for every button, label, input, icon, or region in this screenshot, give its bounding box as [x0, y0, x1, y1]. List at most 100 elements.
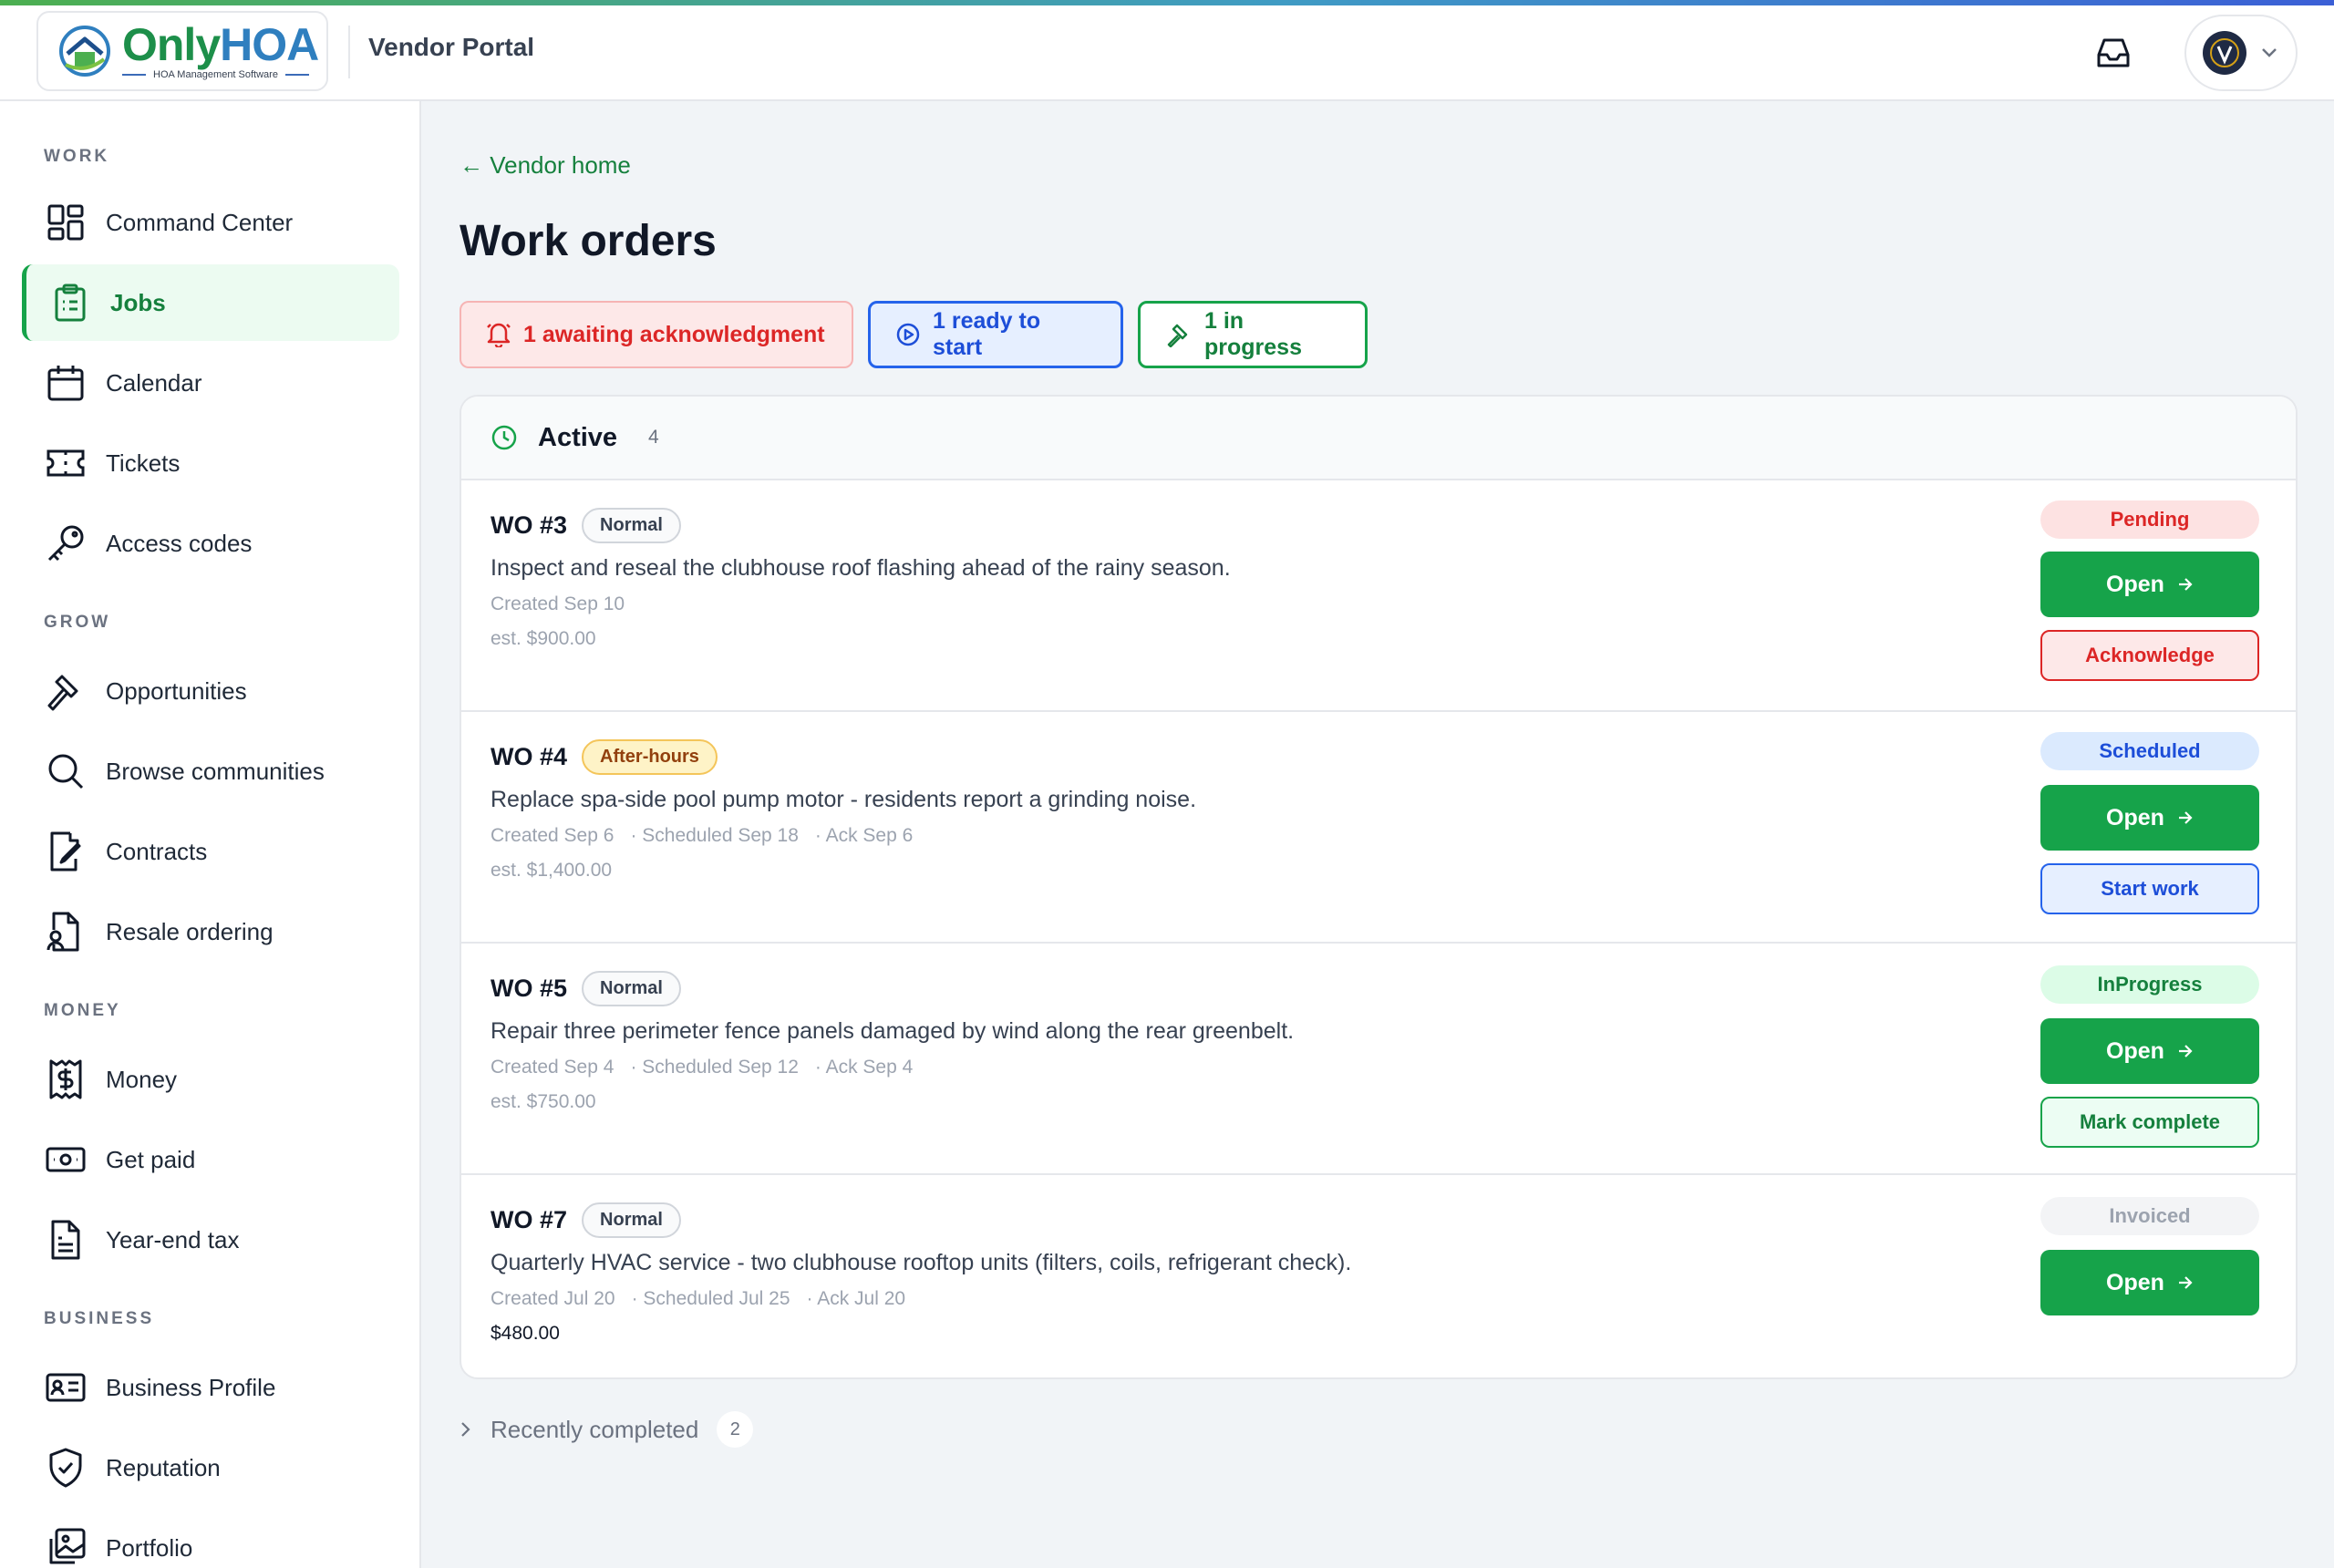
estimate: est. $900.00	[491, 628, 596, 649]
sidebar-item-get-paid[interactable]: Get paid	[22, 1121, 399, 1198]
logo-tagline: HOA Management Software	[122, 69, 318, 80]
open-button[interactable]: Open	[2040, 552, 2259, 617]
status-badge: InProgress	[2040, 965, 2259, 1004]
sidebar-item-jobs[interactable]: Jobs	[22, 264, 399, 341]
scheduled-date: · Scheduled Sep 18	[630, 825, 799, 846]
work-order-row: WO #5 Normal Repair three perimeter fenc…	[461, 944, 2296, 1175]
work-order-description: Replace spa-side pool pump motor - resid…	[491, 787, 1197, 812]
sidebar-item-calendar[interactable]: Calendar	[22, 345, 399, 421]
key-icon	[44, 521, 88, 565]
arrow-right-icon	[2177, 1275, 2194, 1290]
account-menu-button[interactable]	[2184, 15, 2298, 91]
priority-badge: Normal	[582, 1202, 681, 1238]
scheduled-date: · Scheduled Jul 25	[631, 1288, 790, 1309]
work-order-row: WO #4 After-hours Replace spa-side pool …	[461, 712, 2296, 944]
vendor-home-link[interactable]: ← Vendor home	[460, 151, 631, 180]
header-divider	[348, 26, 350, 78]
sidebar-section-grow: GROW	[44, 613, 111, 632]
shield-check-icon	[44, 1446, 88, 1490]
created-date: Created Sep 4	[491, 1057, 614, 1078]
bell-icon	[487, 322, 511, 347]
recently-completed-label: Recently completed	[491, 1415, 699, 1443]
sidebar: WORK Command Center Jobs Calendar Ticket…	[0, 101, 421, 1568]
work-order-row: WO #7 Normal Quarterly HVAC service - tw…	[461, 1175, 2296, 1377]
status-badge: Scheduled	[2040, 732, 2259, 770]
ready-to-start-filter[interactable]: 1 ready to start	[868, 301, 1123, 368]
acknowledged-date: · Ack Sep 6	[814, 825, 914, 846]
app-header: OnlyHOA HOA Management Software Vendor P…	[0, 5, 2334, 101]
acknowledge-button[interactable]: Acknowledge	[2040, 630, 2259, 681]
chip-label: 1 in progress	[1204, 308, 1302, 360]
arrow-right-icon	[2177, 1044, 2194, 1058]
scheduled-date: · Scheduled Sep 12	[630, 1057, 799, 1078]
work-order-number: WO #3	[491, 511, 568, 539]
avatar	[2203, 31, 2246, 75]
main-content: ← Vendor home Work orders 1 awaiting ack…	[423, 101, 2334, 1568]
sidebar-item-business-profile[interactable]: Business Profile	[22, 1349, 399, 1426]
sidebar-item-label: Command Center	[106, 208, 294, 236]
sidebar-item-opportunities[interactable]: Opportunities	[22, 653, 399, 729]
created-date: Created Sep 6	[491, 825, 614, 846]
grid-icon	[44, 201, 88, 244]
priority-badge: Normal	[582, 508, 681, 543]
recently-completed-count: 2	[717, 1411, 754, 1448]
open-button[interactable]: Open	[2040, 785, 2259, 851]
work-order-number: WO #5	[491, 975, 568, 1002]
work-order-description: Quarterly HVAC service - two clubhouse r…	[491, 1250, 1352, 1275]
sidebar-item-money[interactable]: Money	[22, 1041, 399, 1118]
sidebar-item-label: Business Profile	[106, 1373, 276, 1401]
sidebar-section-business: BUSINESS	[44, 1309, 155, 1328]
open-button-label: Open	[2106, 1269, 2164, 1295]
sidebar-section-work: WORK	[44, 147, 110, 166]
chip-label: 1 awaiting acknowledgment	[523, 321, 825, 347]
sidebar-item-label: Money	[106, 1065, 178, 1093]
mark-complete-button[interactable]: Mark complete	[2040, 1097, 2259, 1148]
work-order-description: Repair three perimeter fence panels dama…	[491, 1018, 1295, 1044]
ticket-icon	[44, 441, 88, 485]
sidebar-item-command-center[interactable]: Command Center	[22, 184, 399, 261]
sidebar-item-portfolio[interactable]: Portfolio	[22, 1510, 399, 1568]
clipboard-icon	[48, 281, 92, 325]
awaiting-acknowledgment-filter[interactable]: 1 awaiting acknowledgment	[460, 301, 853, 368]
sidebar-item-label: Calendar	[106, 368, 202, 397]
sidebar-item-contracts[interactable]: Contracts	[22, 813, 399, 890]
active-card-title: Active	[538, 422, 618, 452]
logo-wordmark: OnlyHOA	[122, 19, 319, 70]
open-button-label: Open	[2106, 804, 2164, 830]
sidebar-item-reputation[interactable]: Reputation	[22, 1429, 399, 1506]
sidebar-item-year-end-tax[interactable]: Year-end tax	[22, 1202, 399, 1278]
sidebar-item-label: Portfolio	[106, 1533, 193, 1562]
brand-logo[interactable]: OnlyHOA HOA Management Software	[36, 11, 328, 91]
open-button-label: Open	[2106, 1037, 2164, 1064]
sidebar-item-access-codes[interactable]: Access codes	[22, 505, 399, 582]
in-progress-filter[interactable]: 1 in progress	[1138, 301, 1368, 368]
work-order-meta: Created Jul 20 · Scheduled Jul 25 · Ack …	[491, 1288, 905, 1310]
clock-icon	[491, 424, 518, 451]
sidebar-item-label: Browse communities	[106, 757, 325, 785]
search-icon	[44, 749, 88, 793]
file-user-icon	[44, 910, 88, 954]
chevron-down-icon	[2261, 47, 2277, 58]
sidebar-item-tickets[interactable]: Tickets	[22, 425, 399, 501]
sidebar-item-resale-ordering[interactable]: Resale ordering	[22, 893, 399, 970]
open-button[interactable]: Open	[2040, 1018, 2259, 1084]
sidebar-item-label: Contracts	[106, 837, 208, 865]
inbox-button[interactable]	[2093, 33, 2133, 73]
arrow-right-icon	[2177, 577, 2194, 592]
start-work-button[interactable]: Start work	[2040, 863, 2259, 914]
acknowledged-date: · Ack Jul 20	[806, 1288, 906, 1309]
status-badge: Invoiced	[2040, 1197, 2259, 1235]
sidebar-item-label: Access codes	[106, 529, 253, 557]
inbox-icon	[2095, 36, 2132, 69]
priority-badge: After-hours	[582, 739, 718, 775]
created-date: Created Sep 10	[491, 593, 625, 614]
recently-completed-toggle[interactable]: Recently completed 2	[460, 1411, 754, 1448]
sidebar-item-browse-communities[interactable]: Browse communities	[22, 733, 399, 810]
estimate: est. $1,400.00	[491, 860, 613, 881]
play-circle-icon	[896, 323, 920, 346]
sidebar-item-label: Jobs	[110, 288, 166, 316]
active-card-header: Active 4	[461, 397, 2296, 480]
gavel-icon	[44, 669, 88, 713]
open-button[interactable]: Open	[2040, 1250, 2259, 1315]
portal-title: Vendor Portal	[368, 33, 535, 61]
